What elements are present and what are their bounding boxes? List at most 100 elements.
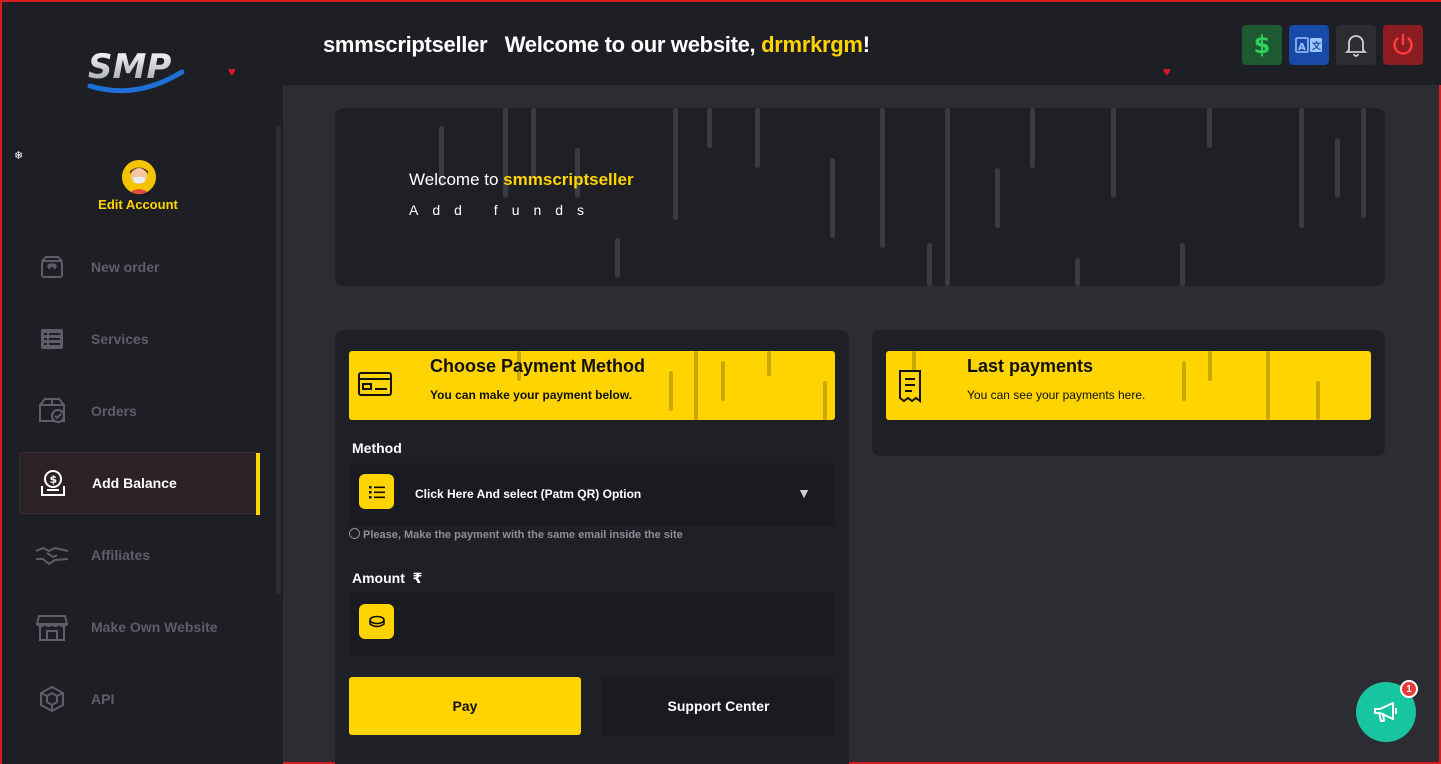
sidebar-item-label: Services: [91, 331, 149, 347]
orders-box-icon: [35, 394, 69, 428]
dollar-icon: $: [1253, 31, 1271, 59]
add-balance-icon: $: [36, 466, 70, 500]
payment-card-title: Choose Payment Method: [430, 356, 646, 376]
last-payments-card: Last payments You can see your payments …: [872, 330, 1385, 456]
sidebar-item-new-order[interactable]: New order: [19, 236, 259, 298]
power-icon: [1393, 33, 1413, 55]
payment-note-text: Please, Make the payment with the same e…: [363, 529, 683, 541]
list-icon: [359, 474, 394, 509]
decor-streak: [912, 351, 916, 371]
decor-streak: [1207, 108, 1212, 148]
edit-account-link[interactable]: Edit Account: [62, 197, 214, 212]
svg-text:A: A: [1298, 42, 1306, 53]
services-list-icon: [35, 322, 69, 356]
user-circle-icon: [349, 528, 360, 539]
hero-welcome-prefix: Welcome to: [409, 170, 504, 189]
welcome-suffix: !: [862, 32, 870, 57]
sidebar-item-affiliates[interactable]: Affiliates: [19, 524, 259, 586]
sidebar-item-orders[interactable]: Orders: [19, 380, 259, 442]
heart-icon: ♥: [228, 64, 236, 79]
pay-button[interactable]: Pay: [349, 677, 581, 735]
notification-badge: 1: [1400, 680, 1418, 698]
heart-icon: ♥: [1163, 64, 1171, 79]
decor-streak: [1266, 351, 1270, 420]
decor-streak: [707, 108, 712, 148]
welcome-prefix: Welcome to our website,: [504, 32, 762, 57]
megaphone-icon: [1374, 702, 1397, 722]
logout-button[interactable]: [1383, 25, 1423, 65]
decor-streak: [721, 361, 725, 401]
hero-title: Welcome to smmscriptseller: [409, 170, 634, 190]
sidebar-item-label: New order: [91, 259, 160, 275]
avatar[interactable]: [122, 160, 156, 194]
decor-streak: [880, 108, 885, 248]
decor-streak: [694, 351, 698, 420]
method-select[interactable]: Click Here And select (Patm QR) Option ▼: [349, 463, 835, 526]
coin-icon: [359, 604, 394, 639]
svg-text:文: 文: [1311, 40, 1322, 52]
snowflake-icon: ❄: [14, 150, 24, 162]
decor-streak: [755, 108, 760, 168]
decor-streak: [1299, 108, 1304, 228]
decor-streak: [995, 168, 1000, 228]
decor-streak: [1030, 108, 1035, 168]
last-payments-header: Last payments You can see your payments …: [886, 351, 1371, 420]
bell-icon: [1345, 35, 1367, 57]
currency-symbol: ₹: [412, 570, 423, 586]
decor-streak: [1335, 138, 1340, 198]
decor-streak: [1111, 108, 1116, 198]
decor-streak: [669, 371, 673, 411]
api-icon: [35, 682, 69, 716]
decor-streak: [1180, 243, 1185, 286]
decor-streak: [823, 381, 827, 420]
sidebar-item-label: Affiliates: [91, 547, 151, 563]
sidebar-item-make-own-website[interactable]: Make Own Website: [19, 596, 259, 658]
method-selected-value: Click Here And select (Patm QR) Option: [415, 487, 642, 501]
decor-streak: [767, 351, 771, 376]
sidebar-scrollbar[interactable]: [276, 125, 281, 595]
sidebar-item-label: Add Balance: [92, 475, 177, 491]
hero-banner: Welcome to smmscriptseller Add funds: [335, 108, 1385, 286]
last-payments-subtitle: You can see your payments here.: [967, 388, 1146, 402]
decor-streak: [1316, 381, 1320, 420]
sidebar-item-api[interactable]: API: [19, 668, 259, 730]
language-button[interactable]: A文: [1289, 25, 1329, 65]
amount-input[interactable]: [349, 593, 835, 656]
last-payments-title: Last payments: [967, 356, 1094, 376]
hero-subtitle: Add funds: [409, 202, 599, 218]
decor-streak: [945, 108, 950, 286]
page-title: smmscriptseller Welcome to our website, …: [323, 32, 870, 58]
amount-label: Amount ₹: [352, 570, 422, 587]
announcements-button[interactable]: 1: [1356, 680, 1418, 742]
store-icon: [35, 610, 69, 644]
sidebar-item-label: API: [91, 691, 115, 707]
decor-streak: [673, 108, 678, 220]
payment-card-subtitle: You can make your payment below.: [430, 388, 633, 402]
decor-streak: [1075, 258, 1080, 286]
svg-text:SMP: SMP: [88, 47, 171, 87]
notifications-button[interactable]: [1336, 25, 1376, 65]
hero-brand: smmscriptseller: [503, 170, 634, 189]
decor-streak: [830, 158, 835, 238]
sidebar-item-add-balance[interactable]: $ Add Balance: [19, 452, 260, 515]
sidebar-item-label: Make Own Website: [91, 619, 218, 635]
decor-streak: [531, 108, 536, 178]
sidebar-item-label: Orders: [91, 403, 137, 419]
decor-streak: [1361, 108, 1366, 218]
payment-card: Choose Payment Method You can make your …: [335, 330, 849, 764]
sidebar-item-services[interactable]: Services: [19, 308, 259, 370]
decor-streak: [615, 238, 620, 278]
new-order-icon: [35, 250, 69, 284]
username: drmrkrgm: [761, 32, 863, 57]
method-label: Method: [352, 440, 402, 456]
credit-card-icon: [357, 369, 393, 403]
support-center-button[interactable]: Support Center: [602, 677, 835, 735]
decor-streak: [1182, 361, 1186, 401]
chevron-down-icon: ▼: [797, 485, 811, 501]
sidebar: SMP ♥ ❄ Edit Account New order Services …: [2, 2, 283, 764]
site-logo[interactable]: SMP: [86, 42, 204, 94]
decor-streak: [927, 243, 932, 286]
handshake-icon: [35, 538, 69, 572]
receipt-icon: [894, 369, 930, 403]
currency-button[interactable]: $: [1242, 25, 1282, 65]
